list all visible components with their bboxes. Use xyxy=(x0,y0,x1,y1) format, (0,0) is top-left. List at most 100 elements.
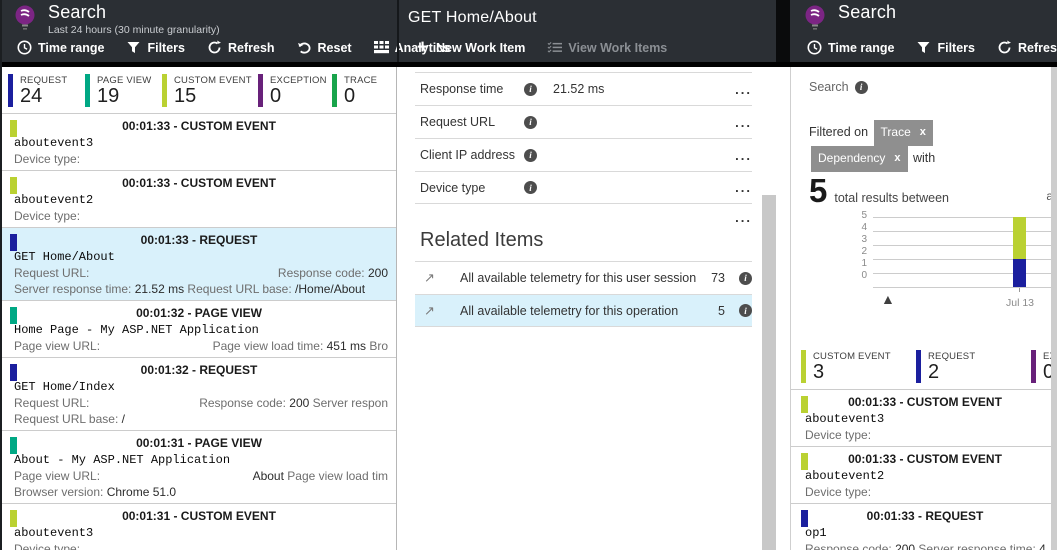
remove-filter-icon[interactable]: x xyxy=(920,121,926,144)
related-count: 73 xyxy=(711,271,725,285)
new-work-item-button[interactable]: + New Work Item xyxy=(406,36,534,59)
item-detail-line: Device type: xyxy=(805,428,872,442)
telemetry-list-item[interactable]: 00:01:33 - REQUEST GET Home/About Reques… xyxy=(0,228,396,301)
property-ellipsis-button[interactable]: ... xyxy=(735,115,752,130)
counter-color-bar xyxy=(8,74,13,107)
property-row-response-time: Response time i 21.52 ms ... xyxy=(415,72,752,105)
telemetry-type-counter[interactable]: PAGE VIEW 19 xyxy=(85,74,162,107)
y-tick-label: 1 xyxy=(861,258,867,269)
item-detail-line2: Server response time: 21.52 ms Request U… xyxy=(14,282,366,296)
item-detail-line: Request URL: Response code: 200 Server r… xyxy=(14,396,388,410)
item-name: GET Home/Index xyxy=(14,380,115,394)
item-type-color-bar xyxy=(801,396,808,413)
property-row-request-url: Request URL i ... xyxy=(415,105,752,138)
property-ellipsis-button[interactable]: ... xyxy=(735,148,752,163)
telemetry-list-item[interactable]: 00:01:33 - CUSTOM EVENT aboutevent3 Devi… xyxy=(0,114,396,171)
item-time-type: 00:01:31 - CUSTOM EVENT xyxy=(122,509,276,523)
app-insights-icon xyxy=(12,4,38,34)
item-name: GET Home/About xyxy=(14,250,115,264)
item-type-color-bar xyxy=(10,307,17,324)
counter-value: 0 xyxy=(270,85,282,107)
y-tick-label: 2 xyxy=(861,246,867,257)
app-insights-search-view: Search Last 24 hours (30 minute granular… xyxy=(0,0,1057,550)
info-icon[interactable]: i xyxy=(739,304,752,317)
telemetry-list-item[interactable]: 00:01:33 - CUSTOM EVENT aboutevent3 Devi… xyxy=(791,390,1057,447)
vertical-scrollbar[interactable] xyxy=(762,67,776,550)
time-range-button[interactable]: Time range xyxy=(8,36,113,59)
reset-button[interactable]: Reset xyxy=(288,36,361,59)
refresh-button[interactable]: Refresh xyxy=(988,36,1057,59)
x-axis-label: Jul 13 xyxy=(1005,297,1035,309)
counter-color-bar xyxy=(1031,350,1036,383)
right-blade-header: Search Time range Filters Refresh xyxy=(790,0,1057,62)
telemetry-type-counter[interactable]: TRACE 0 xyxy=(332,74,377,107)
telemetry-list-item[interactable]: 00:01:31 - CUSTOM EVENT aboutevent3 Devi… xyxy=(0,504,396,550)
info-icon[interactable]: i xyxy=(524,148,537,162)
item-type-color-bar xyxy=(10,510,17,527)
telemetry-list-item[interactable]: 00:01:32 - REQUEST GET Home/Index Reques… xyxy=(0,358,396,431)
item-type-color-bar xyxy=(10,120,17,137)
external-link-icon: ↗ xyxy=(424,270,435,285)
filters-button[interactable]: Filters xyxy=(117,36,194,59)
item-time-type: 00:01:33 - CUSTOM EVENT xyxy=(848,452,1002,466)
vertical-scrollbar[interactable] xyxy=(1051,67,1057,550)
scroll-up-triangle-icon[interactable]: ▲ xyxy=(881,291,895,307)
related-item-user-session[interactable]: ↗ All available telemetry for this user … xyxy=(415,261,752,294)
telemetry-type-counter[interactable]: REQUEST 24 xyxy=(8,74,85,107)
item-detail-line: Device type: xyxy=(14,542,81,550)
view-work-items-button[interactable]: View Work Items xyxy=(538,36,676,59)
item-time-type: 00:01:32 - REQUEST xyxy=(140,363,258,377)
item-name: Home Page - My ASP.NET Application xyxy=(14,323,259,337)
bar-segment xyxy=(1013,259,1026,287)
filter-chip-dependency[interactable]: Dependency x xyxy=(811,146,908,172)
counter-label: CUSTOM EVENT xyxy=(813,351,891,362)
item-type-color-bar xyxy=(10,437,17,454)
counter-color-bar xyxy=(85,74,90,107)
item-name: aboutevent3 xyxy=(14,526,94,540)
info-icon[interactable]: i xyxy=(524,115,537,129)
x-axis-tick xyxy=(1019,288,1020,292)
info-icon[interactable]: i xyxy=(854,80,868,94)
property-ellipsis-button[interactable]: ... xyxy=(735,180,752,195)
remove-filter-icon[interactable]: x xyxy=(894,147,900,170)
item-detail-line: Page view URL: Page view load time: 451 … xyxy=(14,339,388,353)
info-icon[interactable]: i xyxy=(739,271,752,285)
telemetry-list-item[interactable]: 00:01:33 - CUSTOM EVENT aboutevent2 Devi… xyxy=(791,447,1057,504)
info-icon[interactable]: i xyxy=(524,181,537,194)
item-detail-line: Response code: 200 Server response time:… xyxy=(805,542,1049,550)
telemetry-list-item[interactable]: 00:01:31 - PAGE VIEW About - My ASP.NET … xyxy=(0,431,396,504)
telemetry-list-item[interactable]: 00:01:32 - PAGE VIEW Home Page - My ASP.… xyxy=(0,301,396,358)
property-ellipsis-button[interactable]: ... xyxy=(735,82,752,97)
item-time-type: 00:01:33 - REQUEST xyxy=(140,233,258,247)
telemetry-type-counter[interactable]: CUSTOM EVENT 3 xyxy=(801,350,916,383)
item-detail-line: Request URL: Response code: 200 xyxy=(14,266,388,280)
scrollbar-thumb[interactable] xyxy=(762,195,776,550)
results-timeline-chart: 5 4 3 2 1 0 Jul 13 ▲ xyxy=(809,211,1057,321)
filters-button[interactable]: Filters xyxy=(907,36,984,59)
external-link-icon: ↗ xyxy=(424,302,435,318)
filter-chip-trace[interactable]: Trace x xyxy=(873,120,933,146)
funnel-icon xyxy=(916,40,931,55)
clock-icon xyxy=(807,40,822,55)
item-time-type: 00:01:33 - CUSTOM EVENT xyxy=(122,176,276,190)
stacked-bar xyxy=(1013,217,1026,287)
checklist-icon xyxy=(547,40,563,55)
left-blade-title: Search xyxy=(48,2,107,22)
time-range-button[interactable]: Time range xyxy=(798,36,903,59)
right-counter-row: CUSTOM EVENT 3 REQUEST 2 EXCEPTION xyxy=(791,343,1057,390)
search-label: Search xyxy=(809,80,849,94)
telemetry-type-counter[interactable]: CUSTOM EVENT 15 xyxy=(162,74,258,107)
telemetry-list-item[interactable]: 00:01:33 - CUSTOM EVENT aboutevent2 Devi… xyxy=(0,171,396,228)
related-item-operation[interactable]: ↗ All available telemetry for this opera… xyxy=(415,294,752,327)
telemetry-list-item[interactable]: 00:01:33 - REQUEST op1 Response code: 20… xyxy=(791,504,1057,550)
left-blade-subtitle: Last 24 hours (30 minute granularity) xyxy=(48,24,220,36)
telemetry-type-counter[interactable]: REQUEST 2 xyxy=(916,350,1031,383)
item-time-type: 00:01:33 - CUSTOM EVENT xyxy=(122,119,276,133)
refresh-button[interactable]: Refresh xyxy=(198,36,284,59)
telemetry-type-counter[interactable]: EXCEPTION 0 xyxy=(258,74,332,107)
info-icon[interactable]: i xyxy=(524,82,537,96)
y-tick-label: 5 xyxy=(861,210,867,221)
more-ellipsis-button[interactable]: ... xyxy=(735,210,752,225)
left-command-bar: Time range Filters Refresh Reset Analyti… xyxy=(8,36,459,59)
left-counter-row: REQUEST 24 PAGE VIEW 19 CUSTOM EVENT 15 … xyxy=(0,67,396,114)
